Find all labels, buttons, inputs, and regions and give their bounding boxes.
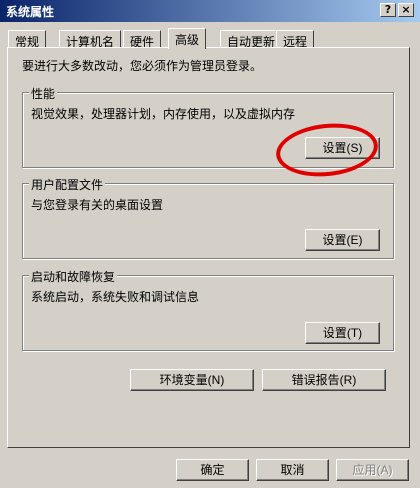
system-properties-window: 系统属性 ? × 常规 计算机名 硬件 高级 自动更新 远程 要进行大多数改动，… [0, 0, 420, 488]
tab-remote[interactable]: 远程 [276, 30, 315, 49]
tab-automatic-updates[interactable]: 自动更新 [220, 30, 283, 49]
window-title: 系统属性 [6, 5, 55, 19]
title-bar[interactable]: 系统属性 ? × [0, 0, 420, 22]
startup-recovery-settings-button[interactable]: 设置(T) [305, 322, 380, 344]
startup-recovery-description: 系统启动，系统失败和调试信息 [31, 290, 200, 304]
error-reporting-button[interactable]: 错误报告(R) [262, 369, 386, 391]
ok-button[interactable]: 确定 [176, 459, 249, 481]
tab-computer-name[interactable]: 计算机名 [59, 30, 122, 49]
cancel-button[interactable]: 取消 [256, 459, 329, 481]
admin-notice: 要进行大多数改动，您必须作为管理员登录。 [22, 59, 263, 73]
environment-variables-button[interactable]: 环境变量(N) [130, 369, 254, 391]
tab-general[interactable]: 常规 [8, 30, 47, 49]
help-button[interactable]: ? [380, 3, 396, 17]
tab-advanced[interactable]: 高级 [168, 28, 207, 49]
tab-hardware[interactable]: 硬件 [123, 30, 162, 49]
close-button[interactable]: × [398, 3, 414, 17]
user-profile-group-label: 用户配置文件 [29, 176, 106, 193]
user-profile-description: 与您登录有关的桌面设置 [31, 198, 164, 212]
startup-recovery-group-label: 启动和故障恢复 [29, 268, 118, 285]
performance-description: 视觉效果，处理器计划，内存使用，以及虚拟内存 [31, 107, 296, 121]
apply-button[interactable]: 应用(A) [336, 459, 409, 481]
user-profile-settings-button[interactable]: 设置(E) [305, 229, 380, 251]
performance-group-label: 性能 [29, 85, 58, 102]
